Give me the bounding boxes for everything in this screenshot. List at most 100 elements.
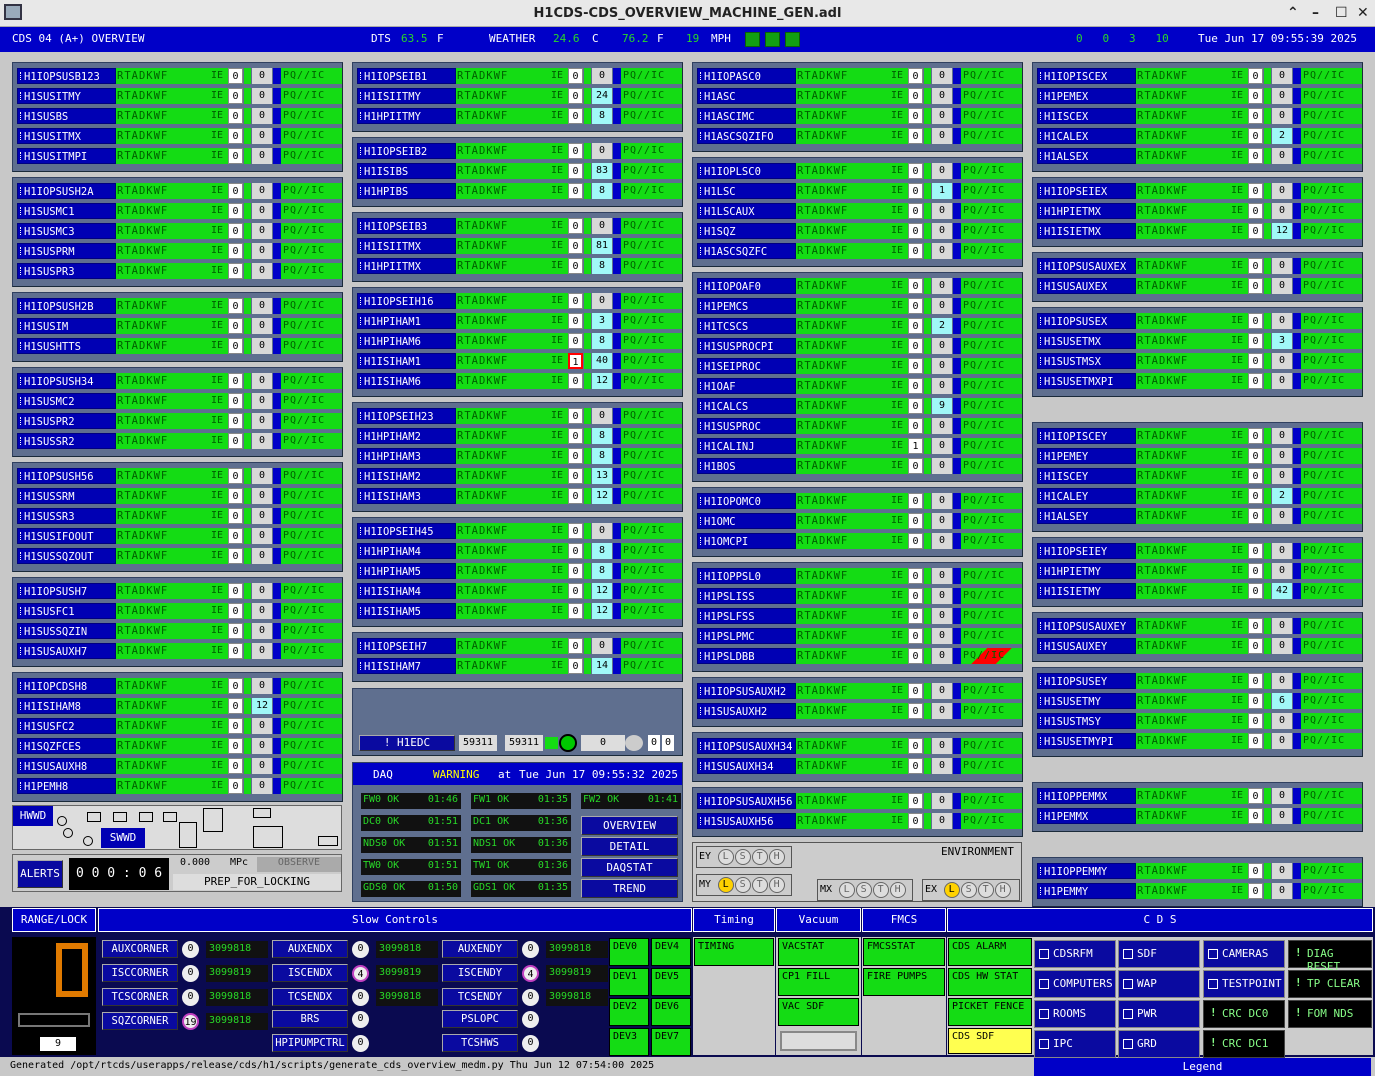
model-name-button[interactable]: H1PEMH8 xyxy=(17,778,116,794)
model-name-button[interactable]: H1IOPCDSH8 xyxy=(17,678,116,694)
model-name-button[interactable]: H1ISIITMY xyxy=(357,88,456,104)
cds-nav-button[interactable]: PWR xyxy=(1118,1000,1200,1028)
edc-button[interactable]: ! H1EDC xyxy=(359,735,455,751)
swwd-button[interactable]: SWWD xyxy=(101,828,145,848)
model-name-button[interactable]: H1IOPSUSAUXH56 xyxy=(697,793,796,809)
vacstat-button[interactable]: VACSTAT xyxy=(778,938,859,966)
model-name-button[interactable]: H1IOPPEMMX xyxy=(1037,788,1136,804)
model-name-button[interactable]: H1SUSSR2 xyxy=(17,433,116,449)
model-name-button[interactable]: H1ALSEX xyxy=(1037,148,1136,164)
model-name-button[interactable]: H1IOPSUSEY xyxy=(1037,673,1136,689)
cds-action-button[interactable]: ! CRC DC1 xyxy=(1203,1030,1285,1058)
cds-nav-button[interactable]: CDSRFM xyxy=(1034,940,1116,968)
cds-hw-stat-button[interactable]: CDS HW STAT xyxy=(948,968,1032,996)
corner-button[interactable]: HPIPUMPCTRL xyxy=(272,1034,348,1052)
model-name-button[interactable]: H1SUSAUXH8 xyxy=(17,758,116,774)
corner-button[interactable]: TCSENDY xyxy=(442,988,518,1006)
model-name-button[interactable]: H1SUSFC2 xyxy=(17,718,116,734)
model-name-button[interactable]: H1OAF xyxy=(697,378,796,394)
model-name-button[interactable]: H1IOPSEIH45 xyxy=(357,523,456,539)
model-name-button[interactable]: H1OMC xyxy=(697,513,796,529)
fmcsstat-button[interactable]: FMCSSTAT xyxy=(863,938,945,966)
model-name-button[interactable]: H1IOPISCEX xyxy=(1037,68,1136,84)
model-name-button[interactable]: H1SUSTMSX xyxy=(1037,353,1136,369)
model-name-button[interactable]: H1PEMMY xyxy=(1037,883,1136,899)
corner-button[interactable]: SQZCORNER xyxy=(102,1012,178,1030)
model-name-button[interactable]: H1HPIITMY xyxy=(357,108,456,124)
model-name-button[interactable]: H1SUSITMY xyxy=(17,88,116,104)
model-name-button[interactable]: H1HPIHAM1 xyxy=(357,313,456,329)
model-name-button[interactable]: H1SUSAUXEX xyxy=(1037,278,1136,294)
model-name-button[interactable]: H1IOPSEIH23 xyxy=(357,408,456,424)
model-name-button[interactable]: H1SUSSQZOUT xyxy=(17,548,116,564)
model-name-button[interactable]: H1CALEX xyxy=(1037,128,1136,144)
model-name-button[interactable]: H1SUSIM xyxy=(17,318,116,334)
overview-button[interactable]: OVERVIEW xyxy=(581,816,678,835)
model-name-button[interactable]: H1ISIHAM7 xyxy=(357,658,456,674)
close-icon[interactable]: ✕ xyxy=(1357,5,1369,21)
fire-pumps-button[interactable]: FIRE PUMPS xyxy=(863,968,945,996)
model-name-button[interactable]: H1HPIETMX xyxy=(1037,203,1136,219)
model-name-button[interactable]: H1SUSETMYPI xyxy=(1037,733,1136,749)
model-name-button[interactable]: H1SUSSQZIN xyxy=(17,623,116,639)
timing-button[interactable]: TIMING xyxy=(694,938,774,966)
model-name-button[interactable]: H1LSC xyxy=(697,183,796,199)
model-name-button[interactable]: H1HPIETMY xyxy=(1037,563,1136,579)
model-name-button[interactable]: H1CALCS xyxy=(697,398,796,414)
model-name-button[interactable]: H1IOPSEIEY xyxy=(1037,543,1136,559)
model-name-button[interactable]: H1SUSPROCPI xyxy=(697,338,796,354)
model-name-button[interactable]: H1PEMEY xyxy=(1037,448,1136,464)
cds-action-button[interactable]: ! FOM NDS xyxy=(1288,1000,1372,1028)
model-name-button[interactable]: H1IOPPEMMY xyxy=(1037,863,1136,879)
model-name-button[interactable]: H1ISIHAM3 xyxy=(357,488,456,504)
chevron-up-icon[interactable]: ⌃ xyxy=(1287,5,1299,21)
model-name-button[interactable]: H1SUSAUXH56 xyxy=(697,813,796,829)
minimize-icon[interactable]: – xyxy=(1312,5,1319,21)
model-name-button[interactable]: H1IOPSUSH7 xyxy=(17,583,116,599)
dev-button[interactable]: DEV7 xyxy=(651,1028,691,1056)
cds-action-button[interactable]: ! CRC DC0 xyxy=(1203,1000,1285,1028)
model-name-button[interactable]: H1IOPSUSAUXH34 xyxy=(697,738,796,754)
model-name-button[interactable]: H1SUSAUXEY xyxy=(1037,638,1136,654)
model-name-button[interactable]: H1TCSCS xyxy=(697,318,796,334)
detail-button[interactable]: DETAIL xyxy=(581,837,678,856)
model-name-button[interactable]: H1PSLFSS xyxy=(697,608,796,624)
model-name-button[interactable]: H1SUSPRM xyxy=(17,243,116,259)
model-name-button[interactable]: H1IOPSUSH34 xyxy=(17,373,116,389)
model-name-button[interactable]: H1CALEY xyxy=(1037,488,1136,504)
model-name-button[interactable]: H1IOPSEIB1 xyxy=(357,68,456,84)
model-name-button[interactable]: H1HPIHAM4 xyxy=(357,543,456,559)
model-name-button[interactable]: H1PEMEX xyxy=(1037,88,1136,104)
model-name-button[interactable]: H1ISCEX xyxy=(1037,108,1136,124)
picket-fence-button[interactable]: PICKET FENCE xyxy=(948,998,1032,1026)
model-name-button[interactable]: H1ISIHAM6 xyxy=(357,373,456,389)
model-name-button[interactable]: H1BOS xyxy=(697,458,796,474)
model-name-button[interactable]: H1IOPSUSB123 xyxy=(17,68,116,84)
model-name-button[interactable]: H1ISIHAM5 xyxy=(357,603,456,619)
model-name-button[interactable]: H1SUSPR2 xyxy=(17,413,116,429)
model-name-button[interactable]: H1PSLPMC xyxy=(697,628,796,644)
cds-action-button[interactable]: ! DIAG RESET xyxy=(1288,940,1372,973)
model-name-button[interactable]: H1IOPSUSAUXEY xyxy=(1037,618,1136,634)
model-name-button[interactable]: H1PSLISS xyxy=(697,588,796,604)
corner-button[interactable]: AUXENDY xyxy=(442,940,518,958)
model-name-button[interactable]: H1SUSIFOOUT xyxy=(17,528,116,544)
model-name-button[interactable]: H1ASCIMC xyxy=(697,108,796,124)
model-name-button[interactable]: H1SUSBS xyxy=(17,108,116,124)
cds-nav-button[interactable]: SDF xyxy=(1118,940,1200,968)
legend-button[interactable]: Legend xyxy=(1034,1058,1371,1076)
model-name-button[interactable]: H1SUSAUXH7 xyxy=(17,643,116,659)
model-name-button[interactable]: H1SEIPROC xyxy=(697,358,796,374)
model-name-button[interactable]: H1ASCSQZIFO xyxy=(697,128,796,144)
model-name-button[interactable]: H1SUSMC2 xyxy=(17,393,116,409)
cds-alarm-button[interactable]: CDS ALARM xyxy=(948,938,1032,966)
cds-nav-button[interactable]: ROOMS xyxy=(1034,1000,1116,1028)
model-name-button[interactable]: H1IOPSEIEX xyxy=(1037,183,1136,199)
model-name-button[interactable]: H1SUSITMPI xyxy=(17,148,116,164)
model-name-button[interactable]: H1SUSSRM xyxy=(17,488,116,504)
model-name-button[interactable]: H1SUSTMSY xyxy=(1037,713,1136,729)
model-name-button[interactable]: H1ISIETMY xyxy=(1037,583,1136,599)
model-name-button[interactable]: H1SUSETMXPI xyxy=(1037,373,1136,389)
model-name-button[interactable]: H1ISIITMX xyxy=(357,238,456,254)
model-name-button[interactable]: H1SUSPROC xyxy=(697,418,796,434)
